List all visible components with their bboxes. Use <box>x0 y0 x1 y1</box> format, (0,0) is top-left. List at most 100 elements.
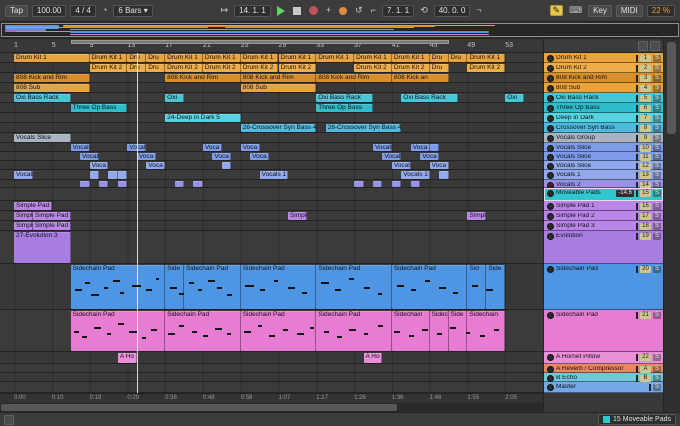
track-activator-button[interactable]: 2 <box>640 64 651 72</box>
clip[interactable]: Vocals Sli <box>70 144 90 151</box>
clip[interactable]: Drum Kit 2 <box>278 64 317 72</box>
track-header-4[interactable]: 808 Sub 4 S <box>544 83 663 93</box>
key-map-button[interactable]: Key <box>588 4 612 17</box>
solo-button[interactable]: S <box>653 222 661 230</box>
clip[interactable]: Voca <box>89 162 109 169</box>
clip[interactable]: Voca <box>420 153 440 160</box>
clip[interactable] <box>99 181 109 187</box>
mixer-section-toggle-icon[interactable] <box>650 40 660 51</box>
solo-button[interactable]: S <box>653 383 661 391</box>
track-lane-a[interactable] <box>0 364 543 373</box>
clip[interactable]: Drum Kit 1 <box>467 54 506 62</box>
track-activator-button[interactable]: 10 <box>640 144 651 152</box>
track-lane-19[interactable]: 27-Evolution 3 <box>0 231 543 264</box>
clip[interactable]: Vocals Sli <box>391 162 411 169</box>
track-lane-8[interactable]: 26-Crossover Syn Bass 4 26-Crossover Syn … <box>0 123 543 133</box>
track-lane-10[interactable]: Vocals Sli Vocals Sli Voca Voca Vocals Sli Vo… <box>0 143 543 152</box>
record-arm-button[interactable] <box>547 144 554 152</box>
clip[interactable]: Three Op Bass <box>70 104 128 112</box>
clip[interactable]: Sidechain Pad <box>316 265 392 309</box>
loop-start-field[interactable]: 7. 1. 1 <box>381 4 415 17</box>
track-header-9[interactable]: Vocals Group 9 S <box>544 133 663 143</box>
clip[interactable]: Voca <box>212 153 232 160</box>
solo-button[interactable]: S <box>653 64 661 72</box>
clip[interactable]: Simple Pad 3 <box>32 222 71 230</box>
clip[interactable]: 24-Deep in Dark 5 <box>165 114 241 122</box>
track-header-19[interactable]: Evolution 19 S <box>544 231 663 264</box>
solo-button[interactable]: S <box>653 134 661 142</box>
solo-button[interactable]: S <box>653 311 661 319</box>
draw-mode-button[interactable]: ✎ <box>549 5 564 16</box>
clip[interactable]: Drum Kit 1 <box>202 54 241 62</box>
clip[interactable] <box>80 181 90 187</box>
clip[interactable]: 808 Sub <box>14 84 90 92</box>
clip[interactable] <box>439 171 449 179</box>
clip[interactable]: 808 Kick and Rim <box>165 74 241 82</box>
clip[interactable]: Dru <box>127 54 147 62</box>
track-activator-button[interactable]: 3 <box>640 74 651 82</box>
solo-button[interactable]: S <box>653 104 661 112</box>
clip[interactable]: Drum Kit 2 <box>354 64 392 72</box>
clip[interactable] <box>174 181 185 187</box>
track-lane-14[interactable] <box>0 180 543 188</box>
solo-button[interactable]: S <box>653 144 661 152</box>
clip[interactable] <box>391 181 402 187</box>
clip[interactable]: Dru <box>146 54 166 62</box>
clip[interactable]: Simple Pa <box>14 222 33 230</box>
clip[interactable]: Drum Kit 1 <box>165 54 203 62</box>
track-header-15[interactable]: Moveable Pads -14.6 15 S <box>544 188 663 201</box>
track-lane-17[interactable]: Simple PaSimple Pad 2Simple PaSimple Pa <box>0 211 543 221</box>
track-activator-button[interactable]: B <box>640 374 651 382</box>
track-activator-button[interactable]: 19 <box>640 232 651 240</box>
clip[interactable]: Simple Pa <box>287 212 307 220</box>
clip[interactable]: Sidec <box>429 311 449 351</box>
track-activator-button[interactable]: 12 <box>640 162 651 170</box>
clip[interactable]: Simple Pa <box>14 212 33 220</box>
track-header-16[interactable]: Simple Pad 1 16 S <box>544 201 663 211</box>
track-lane-22[interactable]: A Ho A Ho <box>0 352 543 364</box>
record-arm-button[interactable] <box>547 202 554 210</box>
solo-button[interactable]: S <box>653 189 661 197</box>
track-activator-button[interactable]: 9 <box>640 134 651 142</box>
track-lane-2[interactable]: Drum Kit 2 Dru Dru Drum Kit 2 Drum Kit 2 Drum… <box>0 63 543 73</box>
track-header-21[interactable]: Sidechain Pad 21 S <box>544 310 663 352</box>
time-signature-field[interactable]: 4 / 4 <box>70 4 96 17</box>
clip[interactable]: Oxi <box>165 94 185 102</box>
solo-button[interactable]: S <box>653 374 661 382</box>
solo-button[interactable]: S <box>653 265 661 273</box>
clip[interactable]: A Ho <box>117 353 137 363</box>
clip[interactable] <box>117 171 128 179</box>
track-header-7[interactable]: Deep in Dark 7 S <box>544 113 663 123</box>
solo-button[interactable]: S <box>653 353 661 361</box>
clip[interactable]: Oxi Bass Rack <box>316 94 373 102</box>
clip[interactable]: Voca <box>429 162 449 169</box>
solo-button[interactable]: S <box>653 54 661 62</box>
track-header-17[interactable]: Simple Pad 2 17 S <box>544 211 663 221</box>
clip[interactable]: Dru <box>429 64 449 72</box>
record-arm-button[interactable] <box>547 84 554 92</box>
clip[interactable]: 26-Crossover Syn Bass 4 <box>325 124 402 132</box>
tempo-field[interactable]: 100.00 <box>31 4 67 17</box>
record-arm-button[interactable] <box>547 64 554 72</box>
computer-midi-keyboard-icon[interactable]: ⌨ <box>567 5 584 16</box>
track-header-10[interactable]: Vocals Slice 10 S <box>544 143 663 152</box>
track-activator-button[interactable]: 11 <box>640 153 651 161</box>
track-lane-5[interactable]: Oxi Bass Rack Oxi Oxi Bass Rack Oxi Bass Ra… <box>0 93 543 103</box>
solo-button[interactable]: S <box>653 171 661 179</box>
record-arm-button[interactable] <box>547 232 554 240</box>
track-activator-button[interactable]: 4 <box>640 84 651 92</box>
record-arm-button[interactable] <box>547 134 554 142</box>
clip[interactable]: Voca <box>410 144 430 151</box>
clip[interactable]: Drum Kit 1 <box>391 54 430 62</box>
track-header-3[interactable]: 808 Kick and Rim 3 S <box>544 73 663 83</box>
record-arm-button[interactable] <box>547 365 554 373</box>
track-header-b[interactable]: B Echo B S <box>544 373 663 382</box>
clip[interactable]: Drum Kit 2 <box>89 64 128 72</box>
track-header-22[interactable]: A Hornet Pillow 22 S <box>544 352 663 364</box>
tap-tempo-button[interactable]: Tap <box>5 4 28 17</box>
clip[interactable] <box>429 144 440 151</box>
track-header-14[interactable]: Vocals 2 14 S <box>544 180 663 188</box>
clip[interactable]: Dru <box>429 54 449 62</box>
track-header-8[interactable]: Crossover Syn Bass 8 S <box>544 123 663 133</box>
track-lane-6[interactable]: Three Op Bass Three Op Bass <box>0 103 543 113</box>
